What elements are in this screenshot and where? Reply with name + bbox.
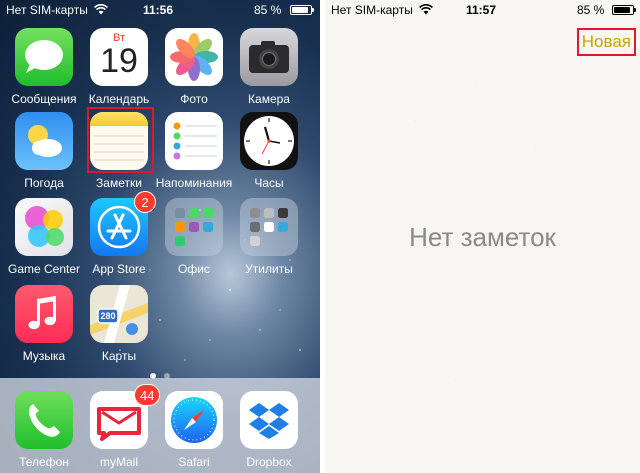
carrier-label: Нет SIM-карты (6, 3, 88, 17)
app-dropbox[interactable]: Dropbox (233, 391, 303, 471)
dropbox-icon (240, 391, 298, 449)
app-mymail[interactable]: myMail 44 (83, 384, 161, 471)
app-game-center[interactable]: Game Center (8, 198, 80, 278)
phone-icon (15, 391, 73, 449)
carrier-label: Нет SIM-карты (331, 3, 413, 17)
camera-icon (240, 28, 298, 86)
app-clock[interactable]: Часы (233, 112, 303, 192)
app-music[interactable]: Музыка (8, 285, 78, 365)
app-label: Dropbox (246, 455, 292, 469)
screen-root: Нет SIM-карты 11:56 85 % Сообщения Вт 19… (0, 0, 640, 473)
status-bar: Нет SIM-карты 11:56 85 % (0, 0, 320, 20)
app-label: Утилиты (245, 262, 293, 276)
maps-icon: 280 (90, 285, 148, 343)
calendar-icon: Вт 19 (90, 28, 148, 86)
app-label: Часы (254, 176, 284, 190)
maps-route-shield: 280 (100, 311, 116, 321)
battery-icon (612, 5, 636, 15)
app-camera[interactable]: Камера (233, 28, 303, 108)
game-center-icon (15, 198, 73, 256)
app-label: Карты (101, 349, 137, 363)
app-maps[interactable]: 280 Карты (83, 285, 153, 365)
empty-state-text: Нет заметок (409, 222, 556, 252)
status-bar: Нет SIM-карты 11:57 85 % (325, 0, 640, 20)
app-safari[interactable]: Safari (158, 391, 228, 471)
safari-icon (165, 391, 223, 449)
app-photos[interactable]: Фото (158, 28, 228, 108)
app-label: Камера (248, 92, 290, 106)
app-weather[interactable]: Погода (8, 112, 78, 192)
notes-highlight-frame (87, 107, 154, 173)
app-messages[interactable]: Сообщения (8, 28, 78, 108)
app-phone[interactable]: Телефон (8, 391, 78, 471)
new-note-button[interactable]: Новая (576, 28, 636, 56)
wifi-icon (419, 4, 433, 18)
app-app-store[interactable]: App Store 2 (83, 191, 156, 278)
calendar-day: 19 (100, 42, 138, 80)
folder-office[interactable]: Офис (158, 198, 228, 278)
photos-icon (165, 28, 223, 86)
app-reminders[interactable]: Напоминания (156, 112, 232, 192)
folder-utilities[interactable]: Утилиты (233, 198, 303, 278)
dock: Телефон myMail 44 Safari Dropbox (0, 378, 320, 473)
clock-icon (240, 112, 298, 170)
wifi-icon (94, 4, 108, 18)
home-screen: Нет SIM-карты 11:56 85 % Сообщения Вт 19… (0, 0, 320, 473)
clock-time: 11:57 (466, 3, 497, 17)
app-store-badge: 2 (134, 191, 156, 213)
app-calendar[interactable]: Вт 19 Календарь (83, 28, 153, 108)
messages-icon (15, 28, 73, 86)
weather-icon (15, 112, 73, 170)
mymail-badge: 44 (134, 384, 161, 406)
clock-time: 11:56 (143, 3, 174, 17)
music-icon (15, 285, 73, 343)
reminders-icon (165, 112, 223, 170)
battery-percent: 85 % (254, 3, 282, 17)
notes-screen: Нет SIM-карты 11:57 85 % Новая Нет замет… (325, 0, 640, 473)
folder-icon (165, 198, 223, 256)
folder-icon (240, 198, 298, 256)
battery-percent: 85 % (577, 3, 605, 17)
battery-icon (290, 5, 314, 15)
